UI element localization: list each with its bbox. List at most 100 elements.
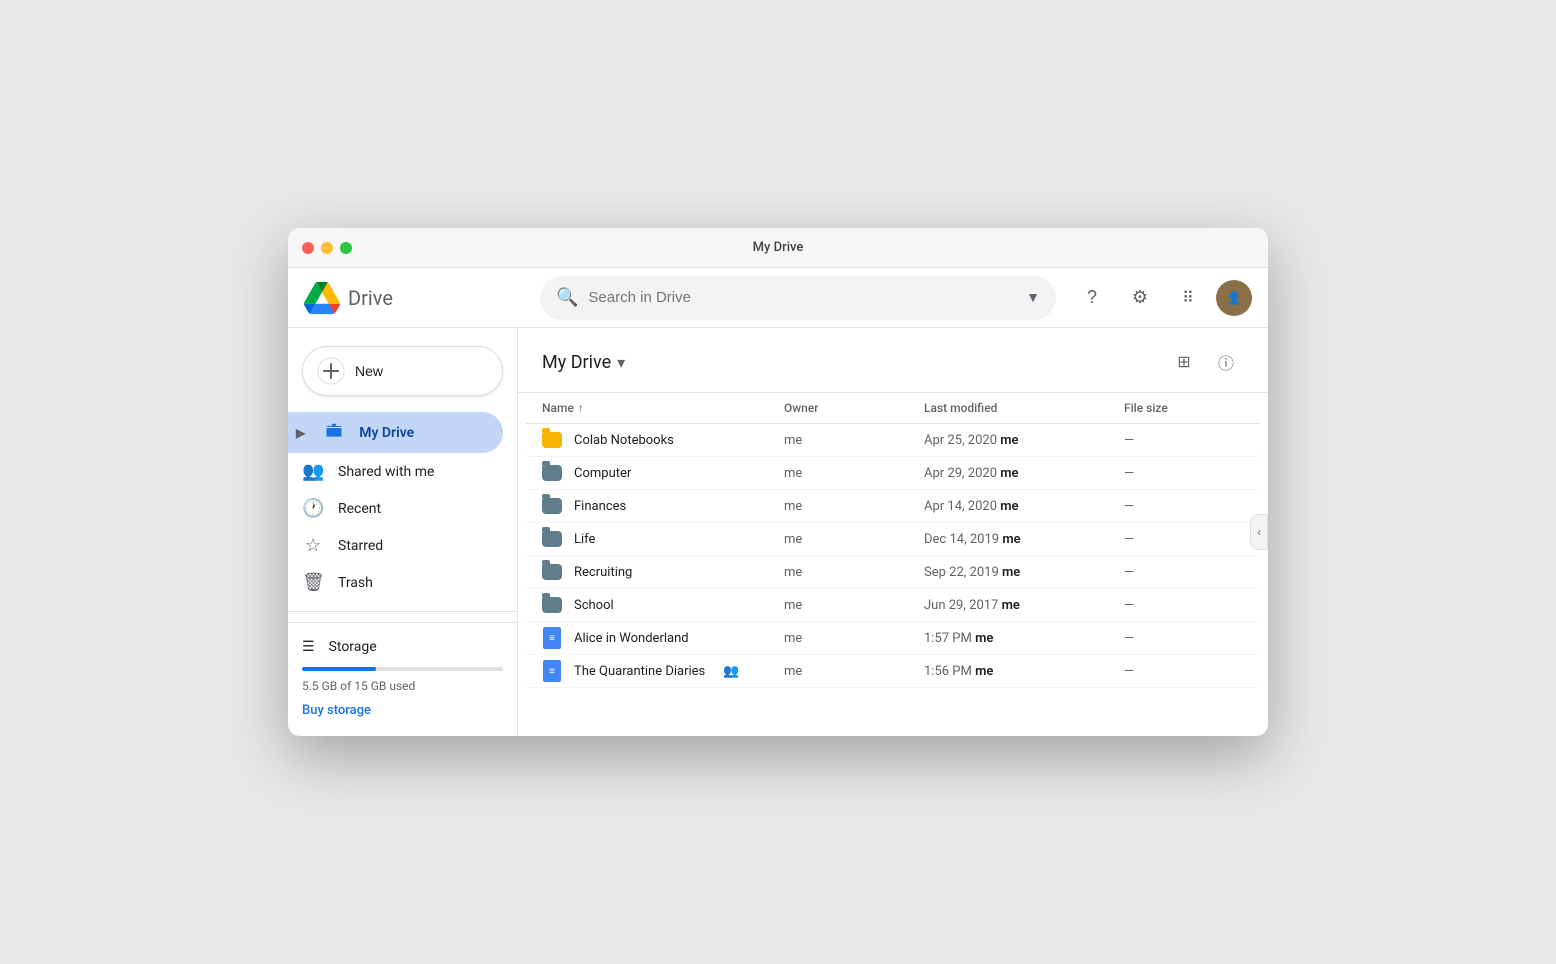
drive-title-text: My Drive	[542, 352, 611, 373]
file-size: —	[1124, 664, 1244, 679]
chevron-left-icon: ‹	[1257, 525, 1261, 539]
logo-area: Drive	[304, 280, 524, 316]
file-name-cell: Colab Notebooks	[542, 430, 784, 450]
table-row[interactable]: Colab Notebooks me Apr 25, 2020 me —	[526, 424, 1260, 457]
search-dropdown-icon[interactable]: ▼	[1026, 289, 1040, 306]
storage-label-row: ☰ Storage	[302, 639, 503, 655]
file-owner: me	[784, 499, 924, 514]
content-area: My Drive ▾ ⊞ ⓘ Name ↑	[518, 328, 1268, 736]
file-name: Alice in Wonderland	[574, 631, 689, 646]
search-input[interactable]	[588, 289, 1016, 306]
grid-view-button[interactable]: ⊞	[1166, 344, 1202, 380]
file-name-cell: School	[542, 595, 784, 615]
file-name-cell: Recruiting	[542, 562, 784, 582]
doc-icon	[543, 627, 561, 649]
sidebar-item-recent-label: Recent	[338, 501, 381, 517]
help-icon: ?	[1087, 287, 1097, 308]
settings-button[interactable]: ⚙	[1120, 278, 1160, 318]
logo-text: Drive	[348, 286, 393, 310]
table-row[interactable]: Alice in Wonderland me 1:57 PM me —	[526, 622, 1260, 655]
file-icon-container	[542, 562, 562, 582]
buy-storage-link[interactable]: Buy storage	[302, 703, 503, 718]
file-size: —	[1124, 631, 1244, 646]
folder-yellow-icon	[542, 432, 562, 448]
apps-button[interactable]: ⠿	[1168, 278, 1208, 318]
sidebar-item-shared-with-me[interactable]: 👥 Shared with me	[288, 453, 503, 490]
app-window: My Drive Drive 🔍 ▼ ? ⚙	[288, 228, 1268, 736]
help-button[interactable]: ?	[1072, 278, 1112, 318]
header-actions: ? ⚙ ⠿ 👤	[1072, 278, 1252, 318]
col-owner-header: Owner	[784, 401, 924, 415]
close-button[interactable]	[302, 242, 314, 254]
collapse-sidebar-button[interactable]: ‹	[1250, 514, 1268, 550]
folder-dark-icon	[542, 531, 562, 547]
new-button[interactable]: New	[302, 346, 503, 396]
file-modifier: me	[1002, 565, 1020, 580]
table-row[interactable]: School me Jun 29, 2017 me —	[526, 589, 1260, 622]
folder-dark-icon	[542, 564, 562, 580]
file-name: The Quarantine Diaries	[574, 664, 705, 679]
drive-title-chevron[interactable]: ▾	[617, 353, 625, 372]
info-button[interactable]: ⓘ	[1208, 344, 1244, 380]
table-row[interactable]: Recruiting me Sep 22, 2019 me —	[526, 556, 1260, 589]
file-modified: Apr 29, 2020 me	[924, 466, 1124, 481]
avatar[interactable]: 👤	[1216, 280, 1252, 316]
search-bar[interactable]: 🔍 ▼	[540, 276, 1056, 320]
table-row[interactable]: Computer me Apr 29, 2020 me —	[526, 457, 1260, 490]
file-owner: me	[784, 565, 924, 580]
trash-icon: 🗑	[302, 572, 324, 593]
file-name: Colab Notebooks	[574, 433, 674, 448]
file-owner: me	[784, 598, 924, 613]
titlebar: My Drive	[288, 228, 1268, 268]
file-modifier: me	[975, 664, 993, 679]
file-modified: Apr 14, 2020 me	[924, 499, 1124, 514]
new-button-label: New	[355, 363, 383, 379]
grid-icon: ⊞	[1177, 352, 1190, 372]
file-modified: 1:57 PM me	[924, 631, 1124, 646]
plus-icon	[317, 357, 345, 385]
file-modifier: me	[1000, 433, 1018, 448]
file-size: —	[1124, 433, 1244, 448]
gear-icon: ⚙	[1132, 287, 1148, 308]
minimize-button[interactable]	[321, 242, 333, 254]
sidebar-item-shared-label: Shared with me	[338, 464, 434, 480]
sidebar-item-trash[interactable]: 🗑 Trash	[288, 564, 503, 601]
sidebar-item-starred-label: Starred	[338, 538, 383, 554]
file-rows-container: Colab Notebooks me Apr 25, 2020 me — Com…	[526, 424, 1260, 688]
storage-bar	[302, 667, 503, 671]
sidebar-item-recent[interactable]: 🕐 Recent	[288, 490, 503, 527]
file-icon-container	[542, 595, 562, 615]
storage-used-text: 5.5 GB of 15 GB used	[302, 679, 503, 693]
file-name: School	[574, 598, 614, 613]
avatar-initials: 👤	[1227, 291, 1242, 305]
window-title: My Drive	[753, 240, 804, 255]
clock-icon: 🕐	[302, 498, 324, 519]
main-container: New ▶ My Drive 👥 Shared with me	[288, 328, 1268, 736]
col-name-header: Name ↑	[542, 401, 784, 415]
file-modifier: me	[1000, 499, 1018, 514]
file-owner: me	[784, 532, 924, 547]
storage-section: ☰ Storage 5.5 GB of 15 GB used Buy stora…	[288, 622, 517, 726]
file-modified: Dec 14, 2019 me	[924, 532, 1124, 547]
file-icon-container	[542, 430, 562, 450]
table-row[interactable]: Finances me Apr 14, 2020 me —	[526, 490, 1260, 523]
maximize-button[interactable]	[340, 242, 352, 254]
drive-logo-icon	[304, 280, 340, 316]
sidebar-item-trash-label: Trash	[338, 575, 373, 591]
sort-arrow-icon[interactable]: ↑	[578, 401, 584, 415]
traffic-lights	[302, 242, 352, 254]
sidebar-item-starred[interactable]: ☆ Starred	[288, 527, 503, 564]
file-icon-container	[542, 463, 562, 483]
file-name: Life	[574, 532, 595, 547]
file-size: —	[1124, 499, 1244, 514]
file-owner: me	[784, 433, 924, 448]
table-row[interactable]: Life me Dec 14, 2019 me —	[526, 523, 1260, 556]
file-icon-container	[542, 628, 562, 648]
table-row[interactable]: The Quarantine Diaries 👥 me 1:56 PM me —	[526, 655, 1260, 688]
folder-dark-icon	[542, 597, 562, 613]
doc-icon	[543, 660, 561, 682]
sidebar-item-my-drive[interactable]: ▶ My Drive	[288, 412, 503, 453]
file-owner: me	[784, 664, 924, 679]
col-size-header: File size	[1124, 401, 1244, 415]
arrow-icon: ▶	[296, 426, 305, 440]
